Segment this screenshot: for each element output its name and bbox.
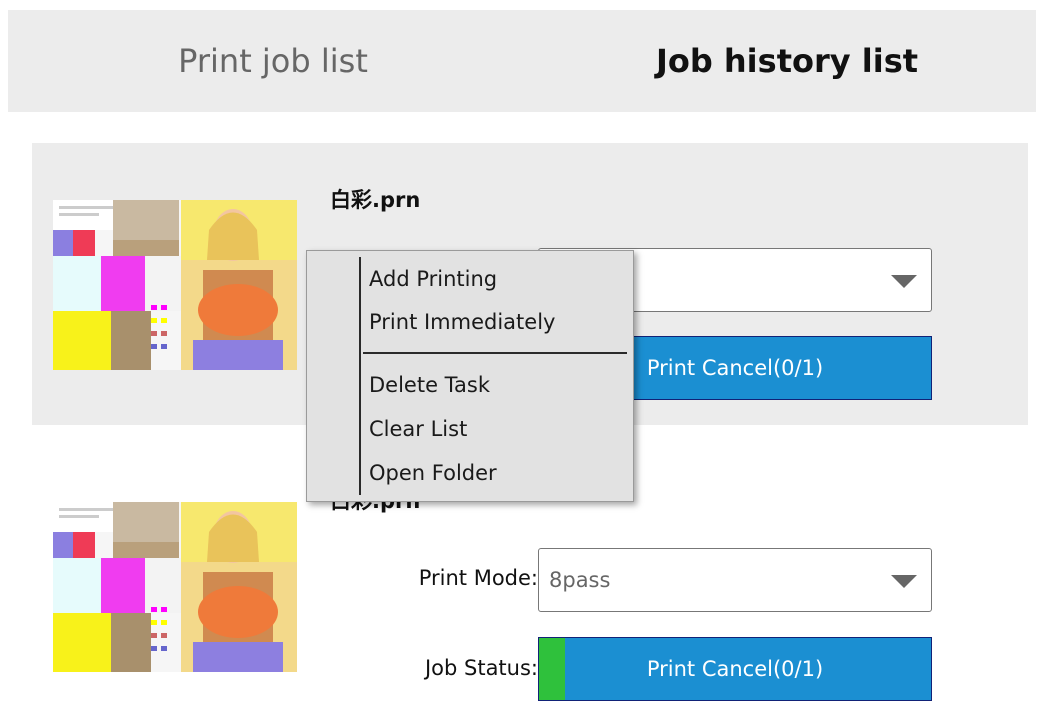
job-thumbnail	[53, 502, 297, 672]
tab-label: Job history list	[655, 42, 919, 80]
menu-item-open-folder[interactable]: Open Folder	[369, 461, 497, 485]
menu-gutter-divider	[359, 257, 361, 495]
menu-item-add-printing[interactable]: Add Printing	[369, 267, 497, 291]
menu-separator	[363, 352, 627, 354]
job-card: 白彩.prn Print Mode: 8pass Job Status: Pri…	[32, 468, 1028, 716]
print-mode-label: Print Mode:	[418, 566, 538, 590]
print-mode-value: 8pass	[549, 568, 611, 592]
job-filename: 白彩.prn	[330, 188, 421, 212]
print-mode-select[interactable]: 8pass	[538, 548, 932, 612]
status-button-label: Print Cancel(0/1)	[646, 657, 824, 681]
job-thumbnail	[53, 200, 297, 370]
progress-bar	[539, 638, 565, 700]
menu-item-delete-task[interactable]: Delete Task	[369, 373, 490, 397]
status-button-label: Print Cancel(0/1)	[646, 356, 824, 380]
chevron-down-icon	[891, 575, 917, 588]
context-menu: Add Printing Print Immediately Delete Ta…	[306, 250, 634, 502]
tab-bar: Print job list Job history list	[0, 0, 1044, 112]
menu-item-clear-list[interactable]: Clear List	[369, 417, 467, 441]
menu-item-print-immediately[interactable]: Print Immediately	[369, 310, 555, 334]
tab-job-history-list[interactable]: Job history list	[538, 10, 1036, 112]
chevron-down-icon	[891, 275, 917, 288]
tab-print-job-list[interactable]: Print job list	[8, 10, 538, 112]
job-status-label: Job Status:	[424, 656, 538, 680]
print-cancel-button[interactable]: Print Cancel(0/1)	[538, 637, 932, 701]
tab-label: Print job list	[178, 42, 368, 80]
